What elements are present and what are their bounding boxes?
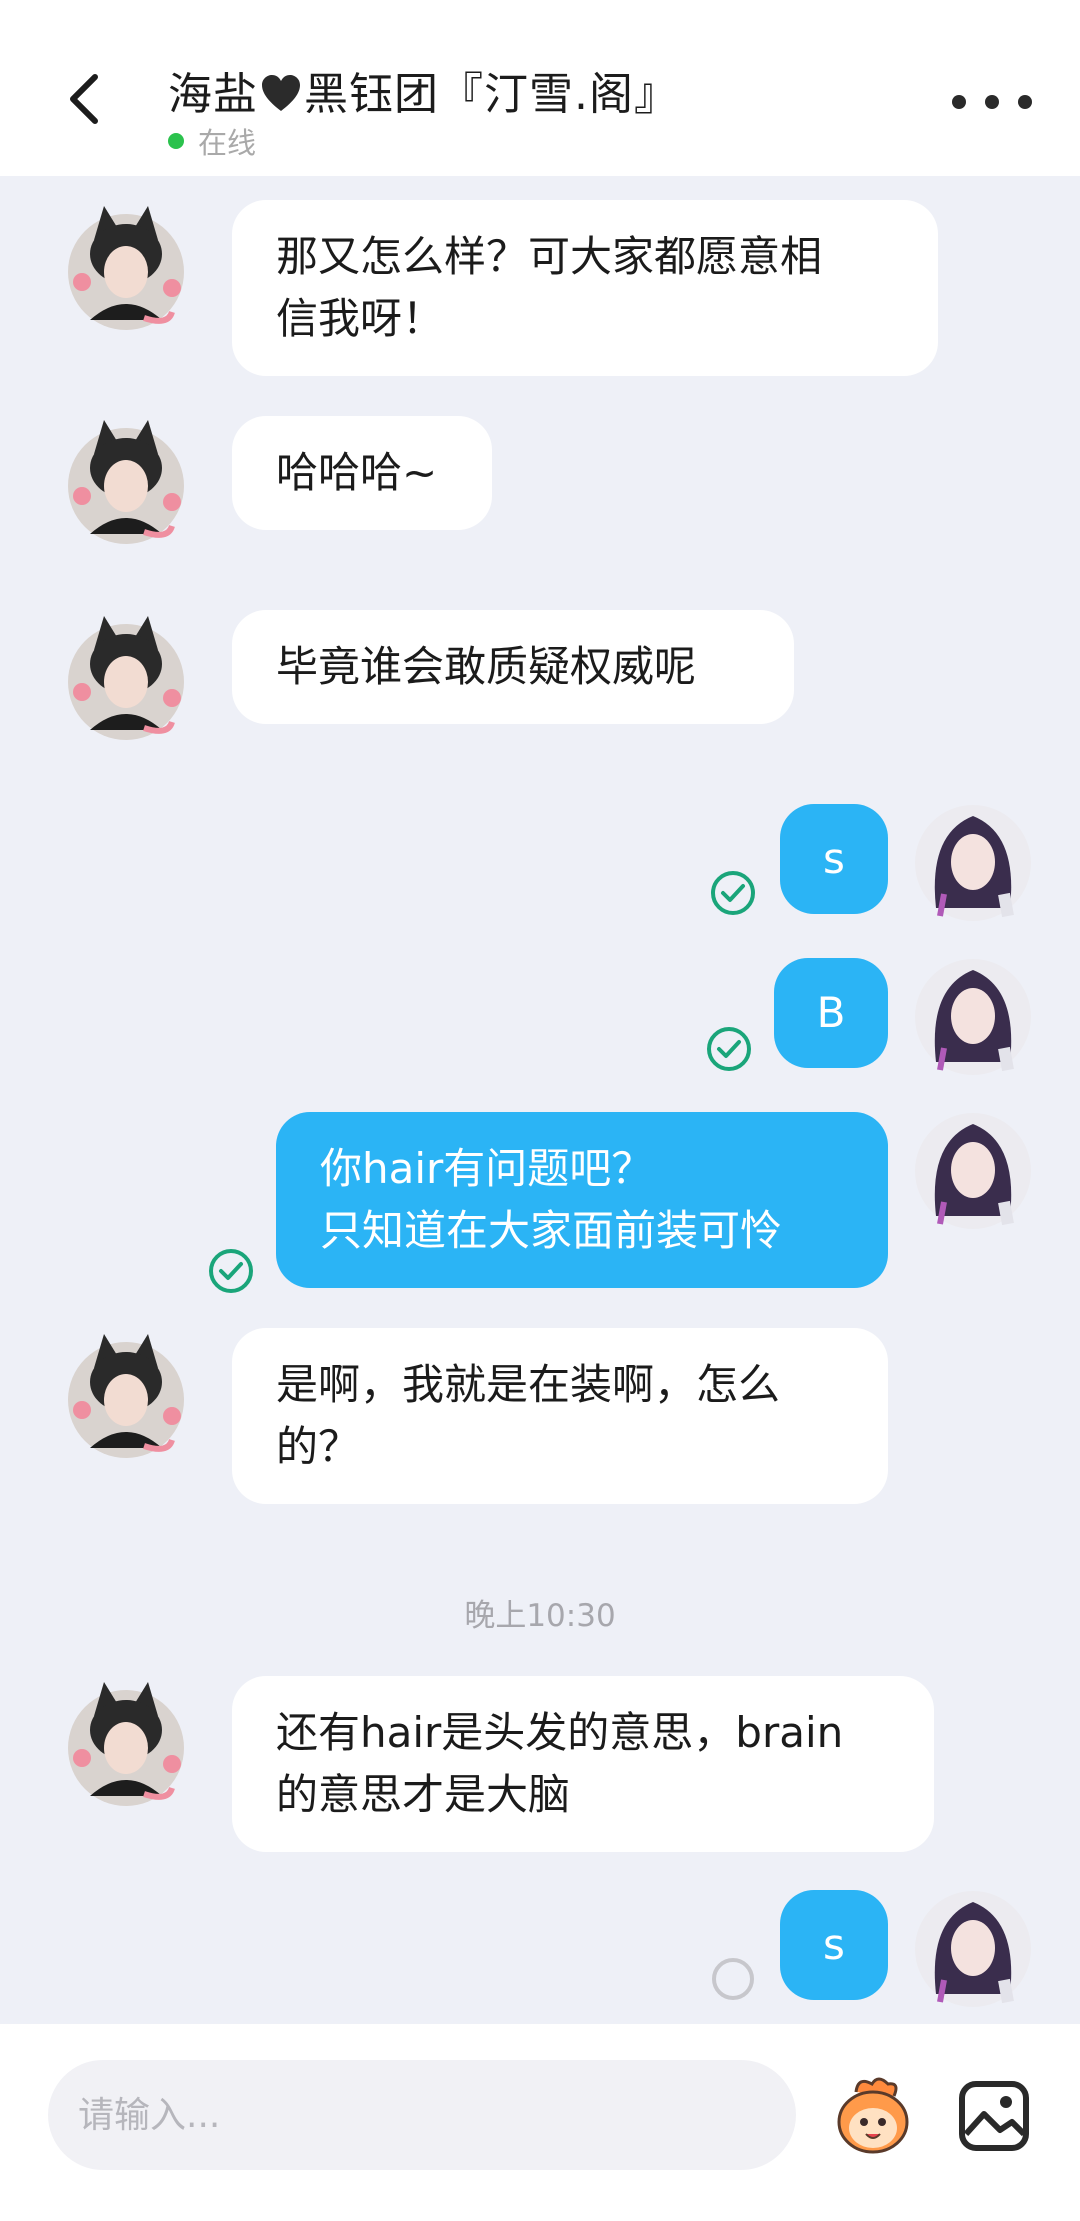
read-check-icon (208, 1248, 254, 1294)
incoming-message[interactable]: 哈哈哈~ (232, 416, 492, 530)
outgoing-message[interactable]: B (774, 958, 888, 1068)
message-line: 的？ (276, 1422, 361, 1471)
contact-avatar[interactable] (60, 200, 192, 332)
purple-hair-avatar-icon (915, 1891, 1031, 2007)
image-button[interactable] (956, 2078, 1032, 2154)
cat-girl-avatar-icon (68, 206, 184, 330)
outgoing-message[interactable]: s (780, 1890, 888, 2000)
contact-avatar[interactable] (60, 1676, 192, 1808)
online-dot-icon (168, 133, 184, 149)
purple-hair-avatar-icon (915, 805, 1031, 921)
incoming-message[interactable]: 毕竟谁会敢质疑权威呢 (232, 610, 794, 724)
chat-header: 海盐 黑钰团『汀雪.阁』 在线 (0, 0, 1080, 176)
message-line: 毕竟谁会敢质疑权威呢 (276, 642, 697, 691)
message-line: 只知道在大家面前装可怜 (320, 1206, 783, 1255)
message-line: s (823, 834, 845, 883)
cat-girl-avatar-icon (68, 616, 184, 740)
chevron-left-icon (70, 74, 98, 124)
cat-girl-avatar-icon (68, 1682, 184, 1806)
message-line: 那又怎么样？可大家都愿意相 (276, 232, 823, 281)
self-avatar[interactable] (914, 958, 1032, 1076)
outgoing-message[interactable]: 你hair有问题吧？ 只知道在大家面前装可怜 (276, 1112, 888, 1288)
emoji-button[interactable] (828, 2070, 918, 2160)
read-check-icon (710, 870, 756, 916)
unread-circle-icon (710, 1956, 756, 2002)
cat-girl-avatar-icon (68, 420, 184, 544)
more-button[interactable] (952, 82, 1032, 122)
message-line: 的意思才是大脑 (276, 1770, 571, 1819)
more-dot (985, 95, 999, 109)
contact-avatar[interactable] (60, 610, 192, 742)
contact-avatar[interactable] (60, 1328, 192, 1460)
online-status: 在线 (168, 120, 256, 162)
more-dot (1018, 95, 1032, 109)
cat-girl-avatar-icon (68, 1334, 184, 1458)
time-separator: 晚上10:30 (464, 1598, 616, 1634)
contact-avatar[interactable] (60, 414, 192, 546)
message-line: 还有hair是头发的意思，brain (276, 1708, 844, 1757)
self-avatar[interactable] (914, 1890, 1032, 2008)
outgoing-message[interactable]: s (780, 804, 888, 914)
message-line: 哈哈哈~ (276, 448, 438, 497)
read-check-icon (706, 1026, 752, 1072)
incoming-message[interactable]: 是啊，我就是在装啊，怎么 的？ (232, 1328, 888, 1504)
message-line: 信我呀！ (276, 294, 445, 343)
title-prefix: 海盐 (168, 69, 258, 120)
black-heart-icon (262, 75, 300, 111)
message-line: B (816, 988, 846, 1037)
message-line: 是啊，我就是在装啊，怎么 (276, 1360, 781, 1409)
input-bar (0, 2024, 1080, 2221)
more-dots-icon (952, 95, 966, 109)
message-line: 你hair有问题吧？ (320, 1144, 654, 1193)
incoming-message[interactable]: 那又怎么样？可大家都愿意相 信我呀！ (232, 200, 938, 376)
image-icon (959, 2081, 1029, 2151)
message-line: s (823, 1920, 845, 1969)
self-avatar[interactable] (914, 1112, 1032, 1230)
message-input[interactable] (48, 2060, 796, 2170)
title-suffix: 黑钰团『汀雪.阁』 (304, 69, 679, 120)
purple-hair-avatar-icon (915, 1113, 1031, 1229)
back-button[interactable] (48, 64, 118, 134)
chat-title: 海盐 黑钰团『汀雪.阁』 (168, 58, 679, 122)
emoji-mascot-icon (837, 2077, 909, 2154)
chat-screen: 海盐 黑钰团『汀雪.阁』 在线 那又怎么样？可大家都愿意相 信我呀！ 哈哈哈~ … (0, 0, 1080, 2221)
self-avatar[interactable] (914, 804, 1032, 922)
incoming-message[interactable]: 还有hair是头发的意思，brain 的意思才是大脑 (232, 1676, 934, 1852)
purple-hair-avatar-icon (915, 959, 1031, 1075)
status-text: 在线 (198, 126, 257, 160)
